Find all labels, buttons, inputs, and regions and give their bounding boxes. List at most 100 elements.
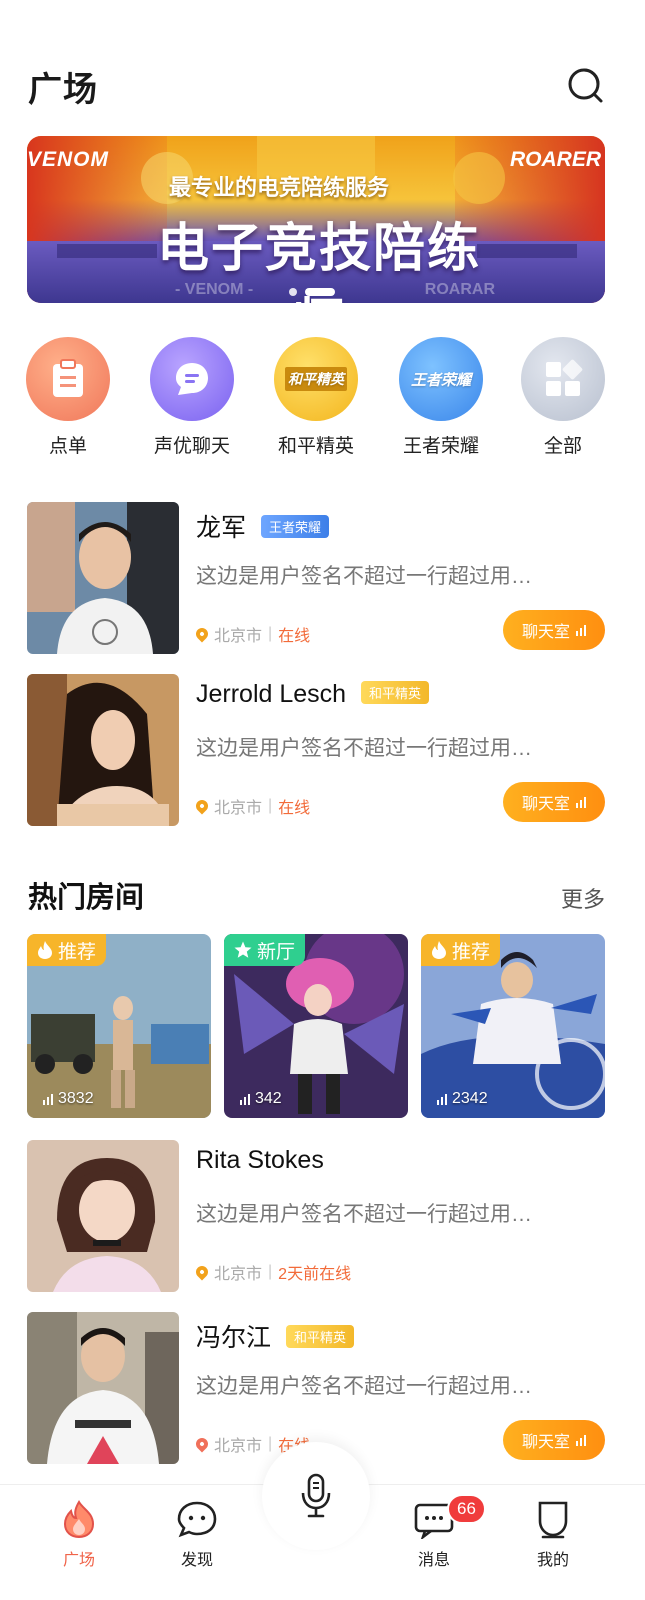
grid-icon xyxy=(521,337,605,421)
promo-banner[interactable]: VENOM ROARER 最专业的电竞陪练服务 电子竞技陪练师 - VENOM … xyxy=(27,136,605,303)
room-badge: 新厅 xyxy=(224,934,306,966)
signal-bars-icon xyxy=(576,796,586,808)
user-meta: 北京市 | 在线 xyxy=(193,622,311,646)
banner-pagination xyxy=(289,288,335,296)
tab-label: 我的 xyxy=(536,1552,569,1569)
category-order[interactable]: 点单 xyxy=(13,337,123,458)
meta-divider: | xyxy=(268,1263,273,1280)
fire-icon xyxy=(38,941,52,959)
page-title: 广场 xyxy=(28,71,98,109)
location-pin-icon xyxy=(193,625,211,643)
room-listener-count: 2342 xyxy=(437,1090,488,1108)
game-logo-icon: 王者荣耀 xyxy=(399,337,483,421)
tab-profile[interactable]: 我的 xyxy=(508,1499,598,1570)
category-voice-chat[interactable]: 声优聊天 xyxy=(137,337,247,458)
location-pin-icon xyxy=(193,1263,211,1281)
category-label: 和平精英 xyxy=(277,436,354,457)
room-count-value: 2342 xyxy=(452,1090,488,1107)
profile-icon xyxy=(538,1501,568,1539)
tab-label: 发现 xyxy=(180,1552,213,1569)
signal-bars-icon xyxy=(576,1434,586,1446)
room-count-value: 3832 xyxy=(58,1090,94,1107)
room-badge-label: 新厅 xyxy=(257,941,296,963)
user-name: 龙军 王者荣耀 xyxy=(196,508,329,544)
user-city: 北京市 xyxy=(214,1438,263,1455)
search-icon xyxy=(568,68,603,103)
user-name: 冯尔江 和平精英 xyxy=(196,1318,354,1354)
user-card[interactable]: 龙军 王者荣耀 这边是用户签名不超过一行超过用… 北京市 | 在线 聊天室 xyxy=(27,502,605,654)
user-photo[interactable] xyxy=(27,502,179,654)
user-card[interactable]: Jerrold Lesch 和平精英 这边是用户签名不超过一行超过用… 北京市 … xyxy=(27,674,605,826)
banner-floor-left: - VENOM - xyxy=(175,281,254,298)
star-icon xyxy=(234,941,252,958)
user-photo[interactable] xyxy=(27,1140,179,1292)
user-status: 在线 xyxy=(278,628,311,645)
meta-divider: | xyxy=(268,625,273,642)
user-city: 北京市 xyxy=(214,628,263,645)
game-tag: 和平精英 xyxy=(285,1325,354,1348)
room-badge-label: 推荐 xyxy=(58,941,97,963)
user-signature: 这边是用户签名不超过一行超过用… xyxy=(196,565,532,588)
more-link[interactable]: 更多 xyxy=(561,882,605,914)
search-button[interactable] xyxy=(566,66,604,104)
chat-room-button[interactable]: 聊天室 xyxy=(503,610,605,650)
fire-icon xyxy=(432,941,446,959)
category-label: 声优聊天 xyxy=(153,436,230,457)
user-card[interactable]: Rita Stokes 这边是用户签名不超过一行超过用… 北京市 | 2天前在线 xyxy=(27,1140,605,1292)
pagination-dot[interactable] xyxy=(289,288,297,296)
chat-room-label: 聊天室 xyxy=(521,1434,570,1451)
room-card[interactable]: 推荐 3832 xyxy=(27,934,211,1118)
user-photo[interactable] xyxy=(27,674,179,826)
user-name: Rita Stokes xyxy=(196,1146,324,1175)
smile-bubble-icon xyxy=(177,1501,217,1538)
location-pin-icon xyxy=(193,1435,211,1453)
user-name: Jerrold Lesch 和平精英 xyxy=(196,680,430,709)
user-meta: 北京市 | 2天前在线 xyxy=(193,1260,352,1284)
banner-floor-right: ROARAR xyxy=(424,281,495,298)
room-card[interactable]: 新厅 342 xyxy=(224,934,408,1118)
microphone-button[interactable] xyxy=(262,1442,370,1550)
tab-square[interactable]: 广场 xyxy=(34,1499,124,1570)
category-honor-of-kings[interactable]: 王者荣耀 王者荣耀 xyxy=(386,337,496,458)
game-tag: 和平精英 xyxy=(361,681,430,704)
category-all[interactable]: 全部 xyxy=(508,337,618,458)
flame-icon xyxy=(63,1500,95,1539)
microphone-icon xyxy=(301,1473,331,1518)
chat-room-button[interactable]: 聊天室 xyxy=(503,1420,605,1460)
pagination-dot-active[interactable] xyxy=(305,288,335,296)
user-status: 2天前在线 xyxy=(278,1266,352,1283)
location-pin-icon xyxy=(193,797,211,815)
room-card[interactable]: 推荐 2342 xyxy=(421,934,605,1118)
game-logo-icon: 和平精英 xyxy=(274,337,358,421)
user-meta: 北京市 | 在线 xyxy=(193,794,310,818)
signal-bars-icon xyxy=(576,624,586,636)
chat-room-label: 聊天室 xyxy=(521,796,570,813)
user-city: 北京市 xyxy=(214,800,263,817)
user-signature: 这边是用户签名不超过一行超过用… xyxy=(196,1375,532,1398)
user-signature: 这边是用户签名不超过一行超过用… xyxy=(196,1203,532,1226)
room-count-value: 342 xyxy=(255,1090,282,1107)
room-badge-label: 推荐 xyxy=(452,941,491,963)
chat-bubble-icon xyxy=(150,337,234,421)
user-city: 北京市 xyxy=(214,1266,263,1283)
category-label: 王者荣耀 xyxy=(402,436,479,457)
banner-team-right: ROARER xyxy=(509,148,601,171)
section-title-hot-rooms: 热门房间 xyxy=(28,882,145,914)
tab-discover[interactable]: 发现 xyxy=(152,1499,242,1570)
category-peace-elite[interactable]: 和平精英 和平精英 xyxy=(261,337,371,458)
category-label: 点单 xyxy=(48,436,87,457)
game-logo-text: 和平精英 xyxy=(285,367,347,391)
game-logo-text: 王者荣耀 xyxy=(410,371,471,389)
chat-room-button[interactable]: 聊天室 xyxy=(503,782,605,822)
signal-bars-icon xyxy=(43,1093,53,1105)
banner-team-left: VENOM xyxy=(27,148,110,171)
category-row: 点单 声优聊天 和平精英 和平精英 王者荣耀 王者荣耀 全部 xyxy=(26,337,605,467)
room-listener-count: 342 xyxy=(240,1090,282,1108)
room-badge: 推荐 xyxy=(421,934,501,966)
unread-badge: 66 xyxy=(447,1494,486,1524)
signal-bars-icon xyxy=(437,1093,447,1105)
user-name-text: Jerrold Lesch xyxy=(196,680,347,708)
user-photo[interactable] xyxy=(27,1312,179,1464)
user-name-text: Rita Stokes xyxy=(196,1146,324,1174)
room-badge: 推荐 xyxy=(27,934,107,966)
